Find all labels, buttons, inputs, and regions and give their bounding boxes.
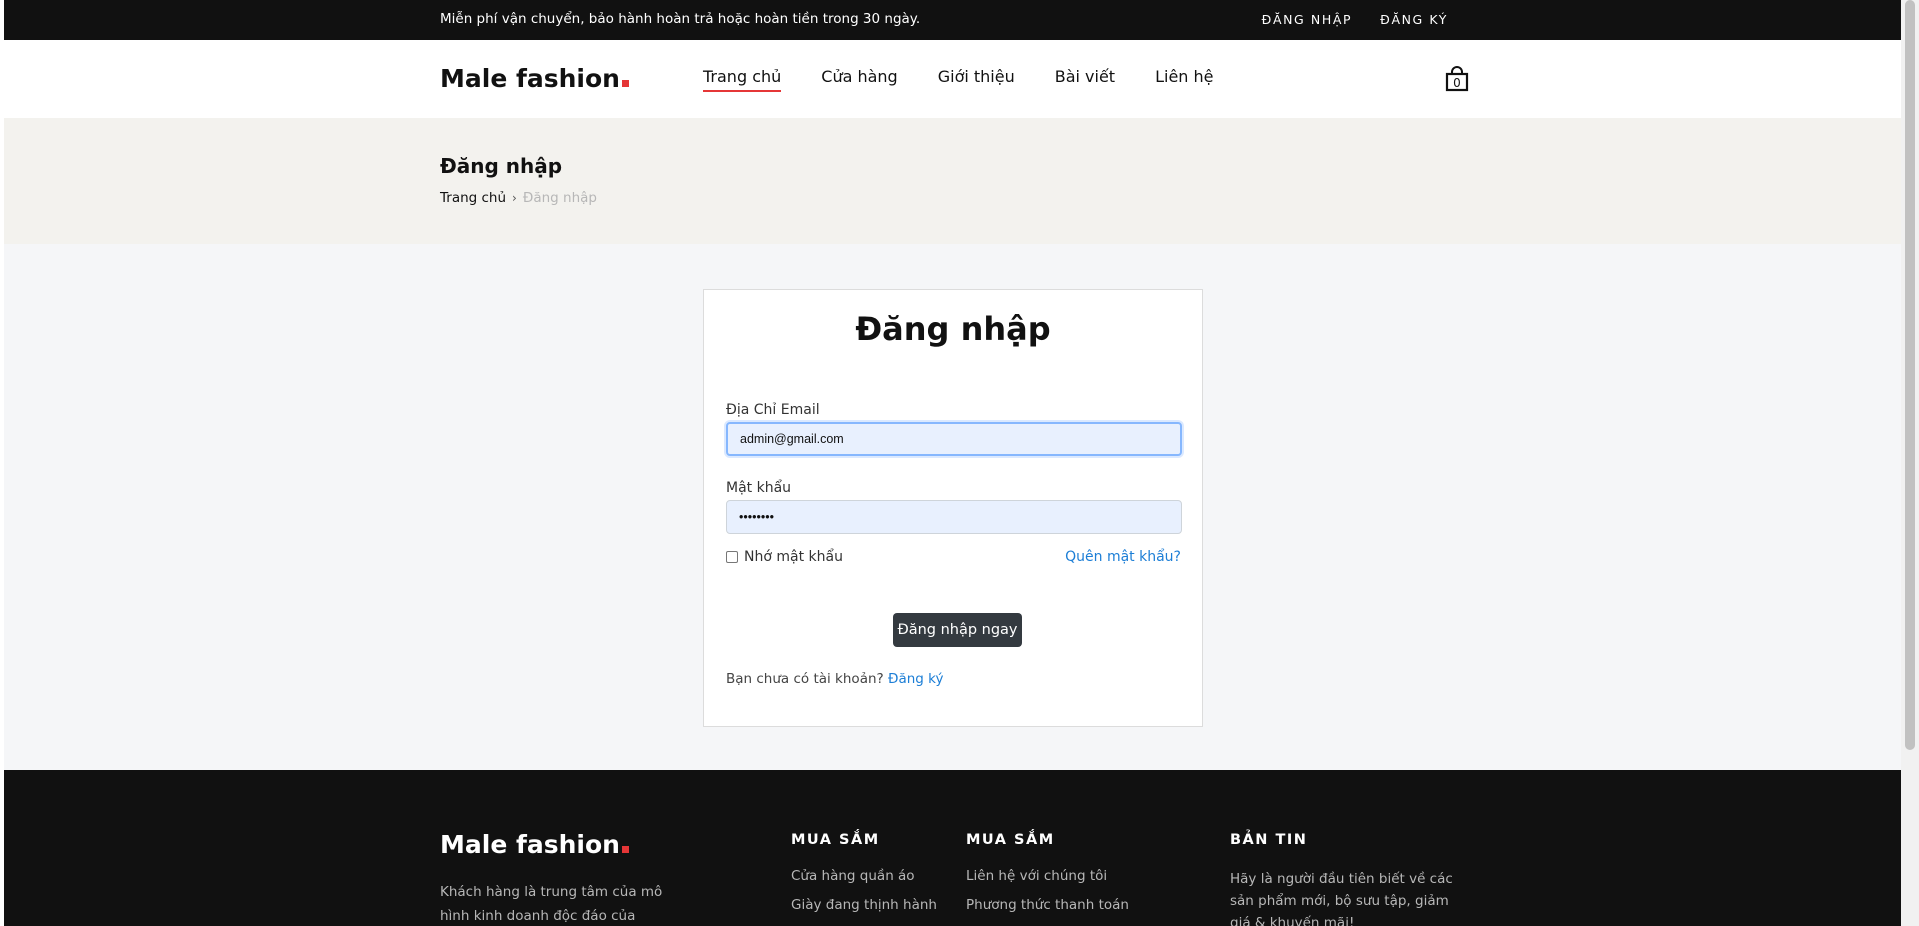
footer-link[interactable]: Liên hệ với chúng tôi — [966, 868, 1129, 884]
signup-link[interactable]: Đăng ký — [888, 671, 943, 687]
no-account-text: Bạn chưa có tài khoản? — [726, 671, 884, 687]
footer-link[interactable]: Cửa hàng quần áo — [791, 868, 937, 884]
top-announcement-bar: Miễn phí vận chuyển, bảo hành hoàn trả h… — [4, 0, 1901, 40]
login-card: Đăng nhập Địa Chỉ Email Mật khẩu Nhớ mật… — [703, 289, 1203, 727]
signup-prompt: Bạn chưa có tài khoản? Đăng ký — [726, 671, 943, 687]
email-field[interactable] — [726, 422, 1182, 456]
promo-text: Miễn phí vận chuyển, bảo hành hoàn trả h… — [440, 11, 921, 27]
forgot-password-link[interactable]: Quên mật khẩu? — [1065, 549, 1181, 565]
nav-item-blog[interactable]: Bài viết — [1055, 67, 1115, 92]
footer-logo-text: Male fashion — [440, 830, 620, 859]
nav-item-about[interactable]: Giới thiệu — [938, 67, 1015, 92]
newsletter-text: Hãy là người đầu tiên biết về các sản ph… — [1230, 871, 1453, 926]
nav-item-shop[interactable]: Cửa hàng — [821, 67, 897, 92]
remember-label: Nhớ mật khẩu — [744, 549, 843, 565]
nav-item-contact[interactable]: Liên hệ — [1155, 67, 1213, 92]
breadcrumb: Trang chủ › Đăng nhập — [440, 190, 597, 206]
cart-button[interactable]: 0 — [1445, 66, 1469, 92]
footer-column-title: MUA SẮM — [966, 832, 1055, 848]
login-title: Đăng nhập — [855, 310, 1051, 348]
remember-me[interactable]: Nhớ mật khẩu — [726, 549, 843, 565]
footer-column-shop-2: MUA SẮM Liên hệ với chúng tôi Phương thứ… — [966, 832, 1129, 926]
footer-logo-dot — [621, 846, 629, 853]
remember-checkbox[interactable] — [726, 551, 738, 563]
page-title: Đăng nhập — [440, 154, 563, 178]
main-nav: Trang chủ Cửa hàng Giới thiệu Bài viết L… — [703, 67, 1214, 92]
site-logo[interactable]: Male fashion — [440, 64, 629, 93]
shopping-bag-icon: 0 — [1445, 66, 1469, 92]
breadcrumb-current: Đăng nhập — [522, 190, 597, 206]
nav-item-home[interactable]: Trang chủ — [703, 67, 782, 92]
breadcrumb-home-link[interactable]: Trang chủ — [440, 190, 506, 206]
footer-link[interactable]: Phương thức thanh toán — [966, 897, 1129, 913]
breadcrumb-section: Đăng nhập Trang chủ › Đăng nhập — [4, 118, 1901, 244]
browser-viewport: Miễn phí vận chuyển, bảo hành hoàn trả h… — [4, 0, 1901, 926]
password-label: Mật khẩu — [726, 480, 792, 496]
footer-link[interactable]: Giày đang thịnh hành — [791, 897, 937, 913]
footer-logo[interactable]: Male fashion — [440, 830, 629, 859]
top-login-link[interactable]: ĐĂNG NHẬP — [1262, 12, 1353, 27]
page-scrollbar[interactable] — [1901, 0, 1919, 926]
scrollbar-thumb[interactable] — [1905, 0, 1915, 750]
password-field[interactable] — [726, 500, 1182, 534]
top-register-link[interactable]: ĐĂNG KÝ — [1380, 12, 1448, 27]
chevron-right-icon: › — [512, 191, 517, 205]
footer-about-text: Khách hàng là trung tâm của mô hình kinh… — [440, 884, 663, 924]
footer-column-newsletter: BẢN TIN Hãy là người đầu tiên biết về cá… — [1230, 832, 1460, 926]
logo-text: Male fashion — [440, 64, 620, 93]
footer-column-title: BẢN TIN — [1230, 832, 1308, 848]
footer-column-title: MUA SẮM — [791, 832, 880, 848]
footer-column-shop: MUA SẮM Cửa hàng quần áo Giày đang thịnh… — [791, 832, 937, 926]
site-footer: Male fashion Khách hàng là trung tâm của… — [4, 770, 1901, 926]
login-submit-button[interactable]: Đăng nhập ngay — [893, 613, 1022, 647]
logo-dot — [621, 80, 629, 87]
site-header: Male fashion Trang chủ Cửa hàng Giới thi… — [4, 40, 1901, 118]
top-auth-links: ĐĂNG NHẬP ĐĂNG KÝ — [1262, 12, 1448, 27]
email-label: Địa Chỉ Email — [726, 402, 820, 418]
cart-count: 0 — [1453, 76, 1461, 90]
